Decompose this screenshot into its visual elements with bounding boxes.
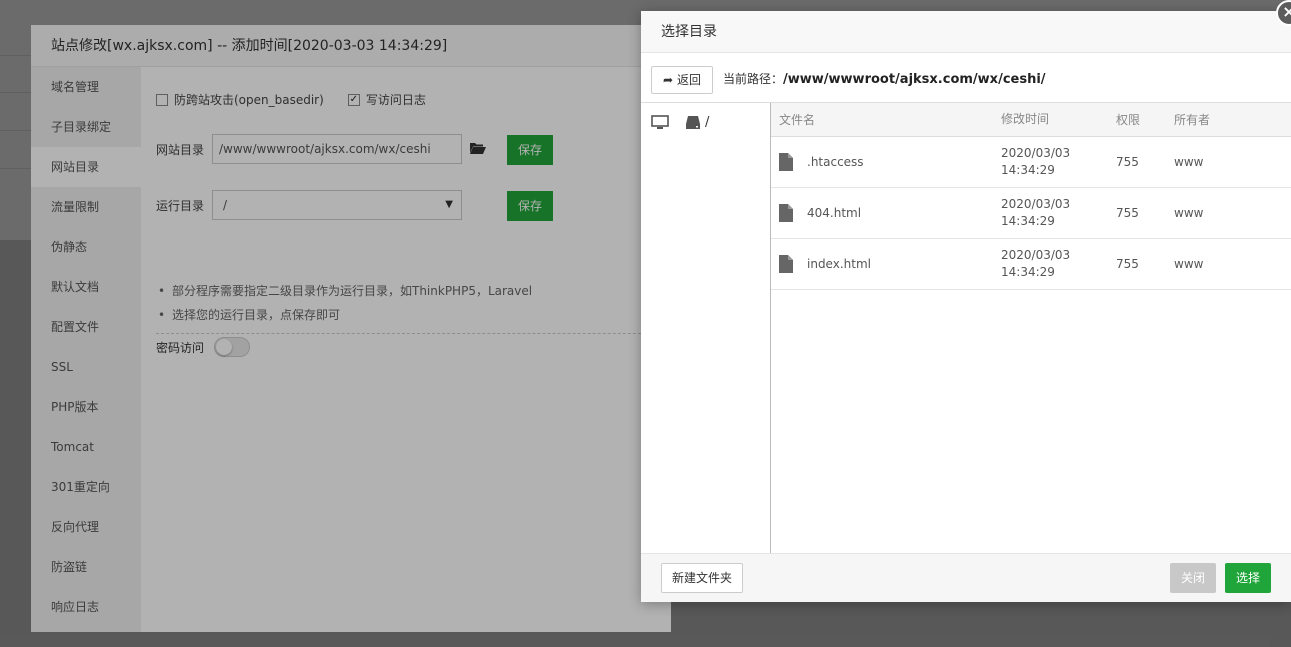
file-icon: [779, 255, 793, 273]
back-button[interactable]: ➦ 返回: [651, 66, 713, 94]
file-row[interactable]: 404.html 2020/03/03 14:34:29 755 www: [771, 188, 1291, 239]
file-table: 文件名 修改时间 权限 所有者 .htaccess 2020/03/03 14:3…: [771, 103, 1291, 290]
picker-title: 选择目录: [641, 11, 1291, 53]
close-button[interactable]: 关闭: [1170, 563, 1216, 593]
file-perm: 755: [1116, 257, 1139, 271]
picker-footer: 新建文件夹 关闭 选择: [641, 553, 1291, 602]
col-name[interactable]: 文件名: [771, 111, 1001, 128]
col-perm[interactable]: 权限: [1116, 111, 1174, 128]
file-time: 14:34:29: [1001, 163, 1055, 177]
file-table-header: 文件名 修改时间 权限 所有者: [771, 103, 1291, 137]
current-path-label: 当前路径：: [723, 72, 784, 86]
current-path-value: /www/wwwroot/ajksx.com/wx/ceshi/: [783, 72, 1046, 87]
file-perm: 755: [1116, 206, 1139, 220]
select-directory-dialog: 选择目录 ➦ 返回 当前路径：/www/wwwroot/ajksx.com/wx…: [641, 11, 1291, 602]
hard-drive-icon: [686, 116, 700, 129]
current-path: 当前路径：/www/wwwroot/ajksx.com/wx/ceshi/: [723, 70, 1046, 87]
file-time: 14:34:29: [1001, 265, 1055, 279]
path-bar: ➦ 返回 当前路径：/www/wwwroot/ajksx.com/wx/cesh…: [641, 53, 1291, 103]
file-perm: 755: [1116, 155, 1139, 169]
file-row[interactable]: .htaccess 2020/03/03 14:34:29 755 www: [771, 137, 1291, 188]
tree-root-label: /: [705, 115, 710, 130]
new-folder-button[interactable]: 新建文件夹: [661, 563, 743, 593]
back-label: 返回: [676, 73, 701, 87]
file-name: .htaccess: [807, 155, 864, 169]
file-owner: www: [1174, 257, 1204, 271]
col-time[interactable]: 修改时间: [1001, 111, 1116, 128]
file-row[interactable]: index.html 2020/03/03 14:34:29 755 www: [771, 239, 1291, 290]
col-owner[interactable]: 所有者: [1174, 111, 1274, 128]
file-date: 2020/03/03: [1001, 146, 1071, 160]
file-date: 2020/03/03: [1001, 248, 1071, 262]
select-button[interactable]: 选择: [1225, 563, 1271, 593]
file-owner: www: [1174, 206, 1204, 220]
file-owner: www: [1174, 155, 1204, 169]
file-name: 404.html: [807, 206, 862, 220]
file-icon: [779, 204, 793, 222]
file-time: 14:34:29: [1001, 214, 1055, 228]
file-date: 2020/03/03: [1001, 197, 1071, 211]
tree-root-node[interactable]: /: [685, 115, 709, 130]
back-arrow-icon: ➦: [663, 73, 674, 87]
file-name: index.html: [807, 257, 871, 271]
directory-tree: /: [641, 103, 771, 553]
computer-icon[interactable]: [651, 115, 669, 130]
file-icon: [779, 153, 793, 171]
